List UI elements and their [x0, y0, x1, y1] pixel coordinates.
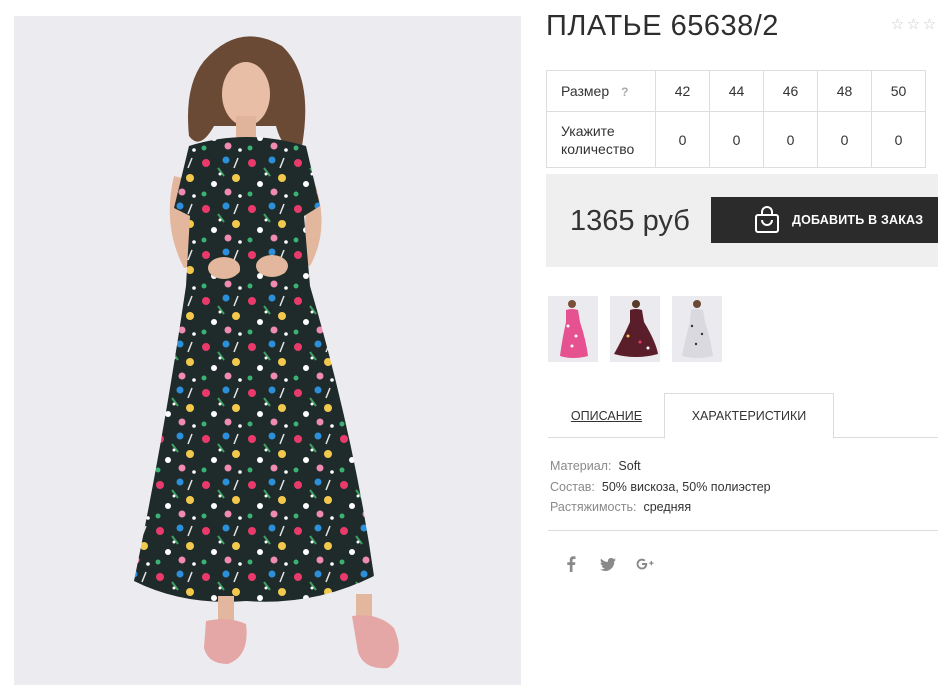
size-label-cell: Размер?: [546, 70, 656, 112]
size-label: Размер: [561, 82, 610, 99]
thumbnail-gallery: [548, 296, 722, 362]
characteristic-value: Soft: [618, 459, 641, 473]
price: 1365 руб: [570, 205, 690, 237]
social-share: [561, 553, 655, 575]
size-cell: 44: [709, 70, 764, 112]
thumbnail-pink-dress[interactable]: [548, 296, 598, 362]
divider: [548, 530, 938, 531]
quantity-row: Укажите количество 0 0 0 0 0: [546, 111, 926, 168]
quantity-label-cell: Укажите количество: [546, 111, 656, 168]
product-tabs: ОПИСАНИЕ ХАРАКТЕРИСТИКИ: [548, 393, 938, 439]
characteristics-list: Материал: Soft Состав: 50% вискоза, 50% по…: [550, 456, 771, 518]
size-cell: 50: [871, 70, 926, 112]
characteristic-key: Состав:: [550, 479, 595, 494]
size-cell: 48: [817, 70, 872, 112]
size-row: Размер? 42 44 46 48 50: [546, 70, 926, 112]
characteristic-key: Материал:: [550, 459, 612, 473]
quantity-label-line1: Укажите: [561, 122, 615, 139]
characteristic-key: Растяжимость:: [550, 500, 637, 514]
buy-box: 1365 руб ДОБАВИТЬ В ЗАКАЗ: [546, 174, 938, 267]
twitter-icon[interactable]: [598, 553, 618, 575]
star-icon[interactable]: ☆: [890, 17, 905, 32]
size-quantity-table: Размер? 42 44 46 48 50 Укажите количеств…: [546, 70, 926, 168]
shopping-bag-icon: [753, 205, 781, 235]
thumbnail-burgundy-dress[interactable]: [610, 296, 660, 362]
facebook-icon[interactable]: [561, 553, 581, 575]
star-icon[interactable]: ☆: [922, 17, 937, 32]
characteristic-value: 50% вискоза, 50% полиэстер: [601, 479, 771, 494]
google-plus-icon[interactable]: [635, 553, 655, 575]
size-cell: 42: [655, 70, 710, 112]
characteristic-value: средняя: [643, 500, 692, 514]
add-to-order-button[interactable]: ДОБАВИТЬ В ЗАКАЗ: [711, 197, 938, 243]
size-help-icon[interactable]: ?: [621, 83, 628, 101]
characteristic-row: Материал: Soft: [550, 456, 771, 477]
tab-characteristics[interactable]: ХАРАКТЕРИСТИКИ: [664, 393, 834, 439]
quantity-input[interactable]: 0: [709, 111, 764, 168]
quantity-input[interactable]: 0: [871, 111, 926, 168]
add-to-order-label: ДОБАВИТЬ В ЗАКАЗ: [792, 213, 924, 227]
product-title: ПЛАТЬЕ 65638/2: [546, 10, 779, 42]
quantity-label-line2: количество: [561, 140, 635, 157]
characteristic-row: Растяжимость: средняя: [550, 497, 771, 518]
thumbnail-white-dress[interactable]: [672, 296, 722, 362]
product-main-image[interactable]: [14, 16, 521, 685]
quantity-input[interactable]: 0: [655, 111, 710, 168]
characteristic-row: Состав: 50% вискоза, 50% полиэстер: [550, 477, 771, 498]
quantity-input[interactable]: 0: [763, 111, 818, 168]
rating-stars[interactable]: ☆ ☆ ☆: [890, 17, 937, 32]
tab-description[interactable]: ОПИСАНИЕ: [548, 393, 665, 438]
star-icon[interactable]: ☆: [906, 17, 921, 32]
quantity-input[interactable]: 0: [817, 111, 872, 168]
size-cell: 46: [763, 70, 818, 112]
